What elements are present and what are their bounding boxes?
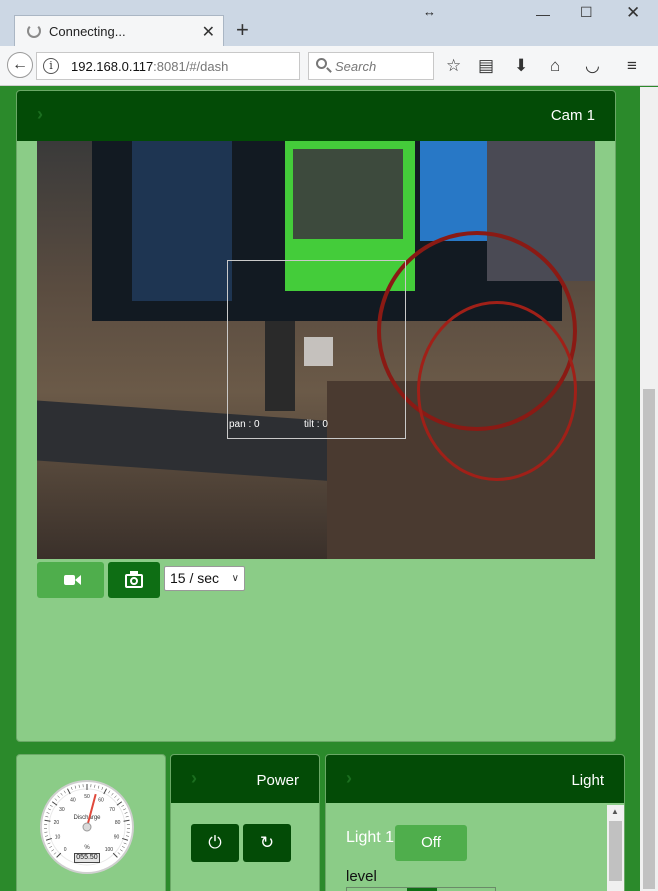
scroll-up-icon[interactable]: ▲ [611,807,619,816]
gauge-tick-label: 50 [84,794,90,800]
power-panel-header[interactable]: › Power [171,755,319,803]
snapshot-button[interactable] [108,562,160,598]
new-tab-icon[interactable]: + [236,18,249,42]
browser-titlebar: Connecting... ✕ + ↔ — ☐ ✕ [0,0,658,46]
maximize-icon[interactable]: ☐ [580,4,593,21]
browser-tab[interactable]: Connecting... ✕ [14,15,224,46]
gauge-tick-label: 40 [70,797,76,803]
pocket-icon[interactable]: ◡ [585,56,600,76]
refresh-icon: ↻ [259,833,275,852]
power-icon: ⏻ [208,833,222,852]
home-icon[interactable]: ⌂ [550,56,560,76]
gauge-tick-label: 100 [105,847,114,853]
bookmark-star-icon[interactable]: ☆ [446,56,461,76]
light-panel-scrollbar[interactable]: ▲ [607,805,624,891]
fps-select[interactable]: 15 / sec ∨ [164,566,245,591]
pan-tilt-handle[interactable] [304,337,333,366]
gauge-tick-label: 10 [55,835,61,841]
search-icon [316,58,327,69]
download-icon[interactable]: ⬇ [514,56,528,76]
chevron-right-icon[interactable]: › [37,104,43,125]
reader-list-icon[interactable]: ▤ [478,56,494,76]
gauge-tick-label: 90 [114,835,120,841]
light-panel-header[interactable]: › Light [326,755,624,803]
tab-close-icon[interactable]: ✕ [202,22,215,42]
resize-cursor-icon: ↔ [423,4,436,19]
gauge-tick-label: 80 [115,820,121,826]
cam-panel-title: Cam 1 [550,107,595,124]
video-camera-icon [64,575,75,585]
tab-title: Connecting... [49,24,126,39]
gauge-value-display: 055.50 [74,853,100,863]
loading-spinner-icon [27,24,41,38]
site-info-icon[interactable]: i [43,58,59,74]
search-placeholder: Search [335,59,377,74]
power-panel: › Power ⏻ ↻ [170,754,320,891]
minimize-icon[interactable]: — [536,6,550,22]
chevron-right-icon[interactable]: › [346,768,352,789]
camera-video-feed[interactable]: pan : 0 tilt : 0 [37,141,595,559]
dashboard-page: › Cam 1 pan : 0 tilt : 0 15 / sec ∨ 0 10… [0,87,640,891]
gauge-tick-label: 70 [109,807,115,813]
pan-tilt-target-box[interactable]: pan : 0 tilt : 0 [227,260,406,439]
light-panel-title: Light [571,772,604,789]
level-label: level [346,868,377,885]
pan-readout: pan : 0 [229,419,260,430]
gauge-tick-label: 30 [59,807,65,813]
window-close-icon[interactable]: ✕ [626,3,640,23]
gauge-hub [82,822,92,832]
light-toggle-button[interactable]: Off [395,825,467,861]
back-arrow-icon[interactable]: ← [7,52,33,78]
chevron-right-icon[interactable]: › [191,768,197,789]
menu-hamburger-icon[interactable]: ≡ [627,56,637,76]
light-item-label: Light 1 [346,829,395,846]
gauge-tick-label: 20 [54,820,60,826]
gauge-unit: % [84,845,90,851]
power-button[interactable]: ⏻ [191,824,239,862]
gauge-caption: Discharge [73,815,101,821]
light-panel: › Light Light 1 Off level ▲ [325,754,625,891]
url-text: 192.168.0.117:8081/#/dash [71,59,229,74]
cam-panel: › Cam 1 pan : 0 tilt : 0 15 / sec ∨ [16,90,616,742]
search-input[interactable]: Search [308,52,434,80]
chevron-down-icon: ∨ [231,573,239,584]
reset-button[interactable]: ↻ [243,824,291,862]
cam-panel-header[interactable]: › Cam 1 [17,91,615,141]
power-panel-title: Power [256,772,299,789]
light-panel-scroll-thumb[interactable] [609,821,622,881]
video-button[interactable] [37,562,104,598]
gauge-panel: 0 10 20 30 40 50 60 70 80 90 100 Discharge % 055.5… [16,754,166,891]
gauge-tick-label: 60 [98,797,104,803]
fps-selected-value: 15 / sec [170,570,220,586]
gauge-tick-label: 0 [64,847,67,853]
level-slider[interactable] [346,887,496,891]
page-scroll-thumb[interactable] [643,389,655,889]
address-bar[interactable]: i 192.168.0.117:8081/#/dash ↻ [36,52,324,82]
tilt-readout: tilt : 0 [304,419,328,430]
page-scrollbar[interactable] [640,87,658,891]
